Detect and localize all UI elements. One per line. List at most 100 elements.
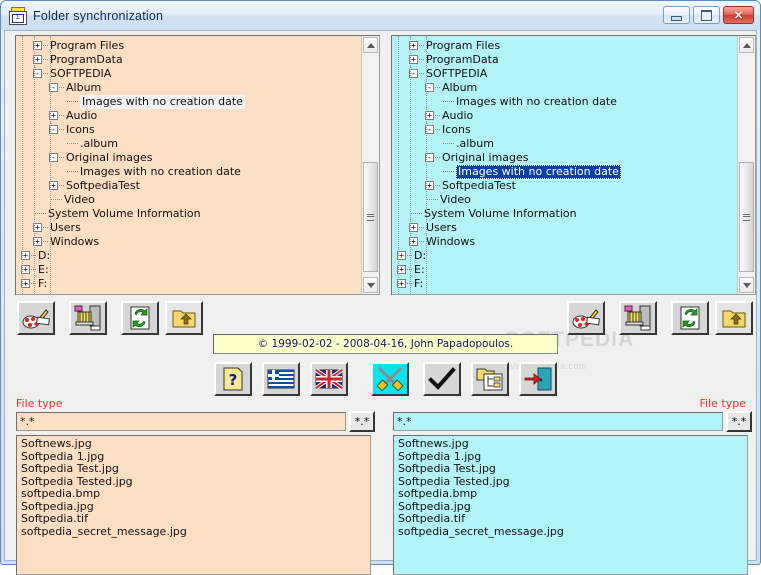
tree-connector	[67, 171, 78, 173]
tree-node[interactable]: Images with no creation date	[19, 165, 362, 179]
tree-node[interactable]: + D:	[19, 249, 362, 263]
source-folder-tree-panel[interactable]: + Program Files + ProgramData - SOFTPEDIA - Alb…	[15, 35, 380, 295]
tree-connector	[43, 73, 48, 75]
tree-node[interactable]: + Windows	[395, 235, 738, 249]
exit-button[interactable]	[519, 362, 557, 396]
tree-guide-line	[398, 36, 400, 294]
scrollbar-thumb[interactable]	[739, 162, 754, 272]
tree-node-label: Original images	[66, 151, 153, 164]
checkmark-icon	[428, 366, 456, 392]
scroll-down-button[interactable]	[739, 277, 754, 293]
tree-node[interactable]: - Album	[19, 81, 362, 95]
file-list-item[interactable]: softpedia_secret_message.jpg	[21, 525, 370, 539]
source-file-type-label: File type	[16, 397, 63, 410]
file-list-item[interactable]: Softpedia Test.jpg	[398, 462, 747, 476]
tree-node[interactable]: + Audio	[395, 109, 738, 123]
synchronize-button[interactable]	[423, 362, 461, 396]
file-list-item[interactable]: Softpedia Test.jpg	[21, 462, 370, 476]
file-list-item[interactable]: softpedia.bmp	[398, 487, 747, 501]
scroll-up-button[interactable]	[739, 37, 754, 53]
tree-node[interactable]: System Volume Information	[395, 207, 738, 221]
tree-node[interactable]: Video	[19, 193, 362, 207]
minimize-button[interactable]	[663, 6, 690, 24]
tree-node-label: System Volume Information	[424, 207, 577, 220]
scrollbar-thumb[interactable]	[363, 162, 378, 272]
folder-tree-button[interactable]	[471, 362, 509, 396]
tree-node[interactable]: - Icons	[395, 123, 738, 137]
tree-node[interactable]: Images with no creation date	[19, 95, 362, 109]
file-list-item[interactable]: softpedia_secret_message.jpg	[398, 525, 747, 539]
customize-colors-button[interactable]	[567, 301, 605, 335]
tree-node[interactable]: - Original images	[395, 151, 738, 165]
parent-folder-button[interactable]	[165, 301, 203, 335]
tree-node-label: SOFTPEDIA	[426, 67, 488, 80]
customize-colors-button[interactable]	[17, 301, 55, 335]
tree-node[interactable]: + F:	[395, 277, 738, 291]
destination-file-type-button[interactable]: *.*	[726, 411, 752, 432]
tree-node[interactable]: .album	[395, 137, 738, 151]
close-button[interactable]: ✕	[723, 6, 754, 24]
scroll-down-button[interactable]	[363, 277, 378, 293]
tree-node-label: Audio	[66, 109, 98, 122]
tree-node[interactable]: System Volume Information	[19, 207, 362, 221]
tree-node[interactable]: + Program Files	[395, 39, 738, 53]
title-bar[interactable]: Σ Folder synchronization ✕	[1, 1, 760, 30]
tree-node[interactable]: Video	[395, 193, 738, 207]
tree-node[interactable]: - Album	[395, 81, 738, 95]
tree-node[interactable]: + SoftpediaTest	[19, 179, 362, 193]
source-file-list[interactable]: Softnews.jpg Softpedia 1.jpg Softpedia Tes…	[16, 435, 371, 575]
destination-tree-scrollbar[interactable]	[737, 36, 755, 294]
destination-file-list[interactable]: Softnews.jpg Softpedia 1.jpg Softpedia Tes…	[393, 435, 748, 575]
grip-icon	[743, 213, 750, 221]
tree-node[interactable]: .album	[19, 137, 362, 151]
tree-node[interactable]: + F:	[19, 277, 362, 291]
delete-files-button[interactable]	[619, 301, 657, 335]
help-button[interactable]: ?	[214, 362, 252, 396]
file-list-item[interactable]: Softnews.jpg	[398, 437, 747, 451]
refresh-button[interactable]	[671, 301, 709, 335]
destination-folder-tree-panel[interactable]: + Program Files + ProgramData - SOFTPEDIA - Alb…	[391, 35, 756, 295]
tree-node[interactable]: - SOFTPEDIA	[19, 67, 362, 81]
file-list-item[interactable]: softpedia.bmp	[21, 487, 370, 501]
tree-node[interactable]: + Windows	[19, 235, 362, 249]
tree-node[interactable]: + ProgramData	[395, 53, 738, 67]
destination-folder-tree[interactable]: + Program Files + ProgramData - SOFTPEDIA - Alb…	[392, 36, 738, 294]
tree-node[interactable]: + Users	[19, 221, 362, 235]
source-file-type-input[interactable]	[16, 412, 346, 431]
tree-connector	[435, 129, 440, 131]
tree-node[interactable]: Images with no creation date	[395, 165, 738, 179]
language-greek-button[interactable]	[262, 362, 300, 396]
tree-node[interactable]: + E:	[395, 263, 738, 277]
scroll-up-button[interactable]	[363, 37, 378, 53]
tree-node[interactable]: - Original images	[19, 151, 362, 165]
maximize-button[interactable]	[693, 6, 720, 24]
tree-node[interactable]: + ProgramData	[19, 53, 362, 67]
source-folder-tree[interactable]: + Program Files + ProgramData - SOFTPEDIA - Alb…	[16, 36, 362, 294]
source-file-type-button[interactable]: *.*	[349, 411, 375, 432]
tree-node[interactable]: - SOFTPEDIA	[395, 67, 738, 81]
source-tree-scrollbar[interactable]	[361, 36, 379, 294]
paint-palette-icon	[572, 305, 600, 331]
file-list-item[interactable]: Softpedia.tif	[398, 512, 747, 526]
destination-file-type-input[interactable]	[393, 412, 723, 431]
tree-node-label: Users	[426, 221, 457, 234]
tree-node[interactable]: + D:	[395, 249, 738, 263]
tree-connector	[43, 45, 48, 47]
tree-node[interactable]: + E:	[19, 263, 362, 277]
tree-node[interactable]: - Icons	[19, 123, 362, 137]
language-english-button[interactable]	[310, 362, 348, 396]
file-list-item[interactable]: Softpedia.tif	[21, 512, 370, 526]
tree-node[interactable]: + SoftpediaTest	[395, 179, 738, 193]
parent-folder-button[interactable]	[715, 301, 753, 335]
file-list-item[interactable]: Softnews.jpg	[21, 437, 370, 451]
refresh-button[interactable]	[121, 301, 159, 335]
tree-node-label: E:	[414, 263, 425, 276]
content-root: + Program Files + ProgramData - SOFTPEDIA - Alb…	[5, 31, 756, 575]
compare-button[interactable]	[371, 362, 409, 396]
delete-files-button[interactable]	[69, 301, 107, 335]
tree-node[interactable]: + Audio	[19, 109, 362, 123]
tree-node[interactable]: + Users	[395, 221, 738, 235]
tree-node[interactable]: Images with no creation date	[395, 95, 738, 109]
tree-node[interactable]: + Program Files	[19, 39, 362, 53]
tree-node-label: D:	[414, 249, 427, 262]
